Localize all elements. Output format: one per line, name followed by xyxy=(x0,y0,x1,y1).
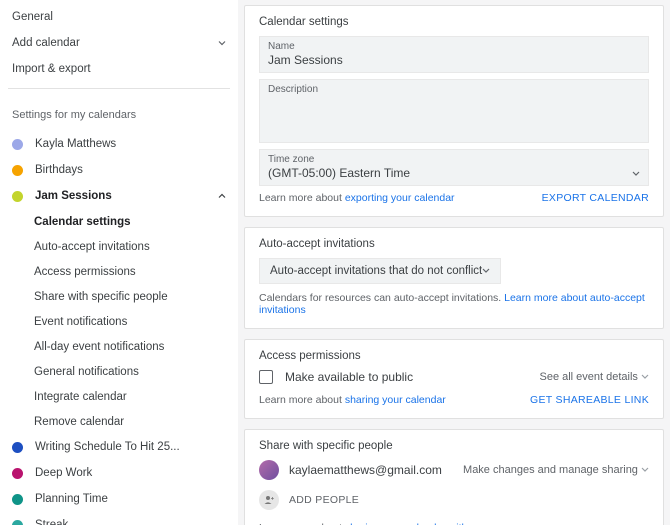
calendar-color-dot xyxy=(12,442,23,453)
settings-sidebar: General Add calendar Import & export Set… xyxy=(0,0,238,525)
person-add-icon xyxy=(259,490,279,510)
sub-event-notifications[interactable]: Event notifications xyxy=(22,309,238,334)
dropdown-arrow-icon xyxy=(632,171,640,177)
sub-remove-calendar[interactable]: Remove calendar xyxy=(22,409,238,434)
calendar-color-dot xyxy=(12,165,23,176)
nav-import-export[interactable]: Import & export xyxy=(0,56,238,82)
card-title: Calendar settings xyxy=(259,16,649,28)
auto-accept-note: Calendars for resources can auto-accept … xyxy=(259,292,649,316)
calendar-label: Writing Schedule To Hit 25... xyxy=(35,441,226,453)
sub-calendar-settings[interactable]: Calendar settings xyxy=(22,209,238,234)
field-label: Description xyxy=(268,84,640,95)
learn-more-link[interactable]: sharing your calendar xyxy=(345,394,446,406)
chevron-up-icon xyxy=(218,192,226,200)
calendar-birthdays[interactable]: Birthdays xyxy=(0,157,238,183)
learn-more-link[interactable]: exporting your calendar xyxy=(345,192,455,204)
calendar-label: Birthdays xyxy=(35,164,226,176)
calendar-settings-card: Calendar settings Name Jam Sessions Desc… xyxy=(244,5,664,217)
timezone-field[interactable]: Time zone (GMT-05:00) Eastern Time xyxy=(259,149,649,186)
calendar-planning-time[interactable]: Planning Time xyxy=(0,486,238,512)
chevron-down-icon xyxy=(218,39,226,47)
card-title: Auto-accept invitations xyxy=(259,238,649,250)
sub-allday-notifications[interactable]: All-day event notifications xyxy=(22,334,238,359)
dropdown-value: Auto-accept invitations that do not conf… xyxy=(270,265,482,277)
field-label: Time zone xyxy=(268,154,632,165)
calendar-label: Jam Sessions xyxy=(35,190,218,202)
field-label: Name xyxy=(268,41,640,52)
calendar-kayla-matthews[interactable]: Kayla Matthews xyxy=(0,131,238,157)
visibility-dropdown[interactable]: See all event details xyxy=(539,371,649,383)
learn-more-text: Learn more about exporting your calendar xyxy=(259,192,455,204)
sub-auto-accept[interactable]: Auto-accept invitations xyxy=(22,234,238,259)
card-title: Access permissions xyxy=(259,350,649,362)
calendar-color-dot xyxy=(12,191,23,202)
dropdown-arrow-icon xyxy=(641,467,649,473)
avatar xyxy=(259,460,279,480)
nav-add-calendar[interactable]: Add calendar xyxy=(0,30,238,56)
add-people-button[interactable]: ADD PEOPLE xyxy=(259,490,649,510)
calendar-color-dot xyxy=(12,139,23,150)
name-field[interactable]: Name Jam Sessions xyxy=(259,36,649,73)
settings-main: Calendar settings Name Jam Sessions Desc… xyxy=(238,0,670,525)
calendar-streak[interactable]: Streak xyxy=(0,512,238,525)
dropdown-arrow-icon xyxy=(641,374,649,380)
divider xyxy=(8,88,230,89)
nav-label: Import & export xyxy=(12,63,226,75)
share-people-card: Share with specific people kaylaematthew… xyxy=(244,429,664,525)
calendar-label: Streak xyxy=(35,519,226,525)
calendar-subsettings: Calendar settings Auto-accept invitation… xyxy=(0,209,238,434)
calendar-color-dot xyxy=(12,520,23,525)
share-role-dropdown[interactable]: Make changes and manage sharing xyxy=(463,464,649,476)
auto-accept-dropdown[interactable]: Auto-accept invitations that do not conf… xyxy=(259,258,501,284)
access-permissions-card: Access permissions Make available to pub… xyxy=(244,339,664,419)
calendar-color-dot xyxy=(12,468,23,479)
card-title: Share with specific people xyxy=(259,440,649,452)
field-value: (GMT-05:00) Eastern Time xyxy=(268,165,632,181)
learn-more-text: Learn more about sharing your calendar xyxy=(259,394,446,406)
field-value: Jam Sessions xyxy=(268,52,640,68)
add-people-label: ADD PEOPLE xyxy=(289,494,359,506)
calendar-color-dot xyxy=(12,494,23,505)
description-field[interactable]: Description xyxy=(259,79,649,143)
calendar-label: Deep Work xyxy=(35,467,226,479)
my-calendars-heading: Settings for my calendars xyxy=(0,95,238,131)
calendar-jam-sessions[interactable]: Jam Sessions xyxy=(0,183,238,209)
nav-general[interactable]: General xyxy=(0,4,238,30)
export-calendar-button[interactable]: EXPORT CALENDAR xyxy=(542,192,649,204)
checkbox-label: Make available to public xyxy=(285,370,413,384)
dropdown-arrow-icon xyxy=(482,268,490,274)
nav-label: General xyxy=(12,11,226,23)
sub-share-specific[interactable]: Share with specific people xyxy=(22,284,238,309)
sub-integrate-calendar[interactable]: Integrate calendar xyxy=(22,384,238,409)
auto-accept-card: Auto-accept invitations Auto-accept invi… xyxy=(244,227,664,329)
sub-general-notifications[interactable]: General notifications xyxy=(22,359,238,384)
nav-label: Add calendar xyxy=(12,37,218,49)
sub-access-permissions[interactable]: Access permissions xyxy=(22,259,238,284)
public-checkbox[interactable] xyxy=(259,370,273,384)
calendar-label: Planning Time xyxy=(35,493,226,505)
get-shareable-link-button[interactable]: GET SHAREABLE LINK xyxy=(530,394,649,406)
share-email: kaylaematthews@gmail.com xyxy=(289,463,442,477)
calendar-deep-work[interactable]: Deep Work xyxy=(0,460,238,486)
calendar-writing-schedule[interactable]: Writing Schedule To Hit 25... xyxy=(0,434,238,460)
calendar-label: Kayla Matthews xyxy=(35,138,226,150)
